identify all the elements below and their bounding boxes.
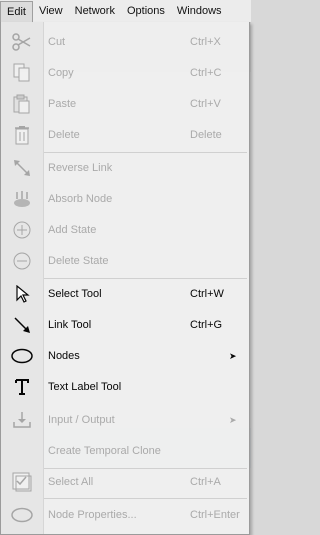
menu-item-label: Node Properties...	[48, 509, 137, 521]
absorb-node-icon	[11, 189, 33, 209]
menubar: Edit View Network Options Windows	[0, 0, 251, 23]
menu-item-shortcut: Ctrl+V	[190, 98, 221, 110]
menu-item-select-all[interactable]: Select All Ctrl+A	[1, 467, 249, 497]
link-arrow-icon	[11, 315, 33, 335]
menu-separator	[44, 498, 247, 499]
menu-item-link-tool[interactable]: Link Tool Ctrl+G	[1, 310, 249, 340]
menu-windows[interactable]: Windows	[171, 0, 228, 22]
submenu-arrow-icon: ➤	[229, 351, 237, 361]
ellipse-icon	[11, 346, 33, 366]
menu-item-label: Paste	[48, 98, 77, 110]
menu-item-label: Link Tool	[48, 319, 92, 331]
menu-item-input-output[interactable]: Input / Output ➤	[1, 405, 249, 435]
menu-item-shortcut: Delete	[190, 129, 222, 141]
menu-item-label: Nodes	[48, 350, 80, 362]
menu-item-select-tool[interactable]: Select Tool Ctrl+W	[1, 279, 249, 309]
menu-item-label: Input / Output	[48, 414, 115, 426]
menu-item-delete-state[interactable]: Delete State	[1, 246, 249, 276]
reverse-link-icon	[11, 158, 33, 178]
menu-item-delete[interactable]: Delete Delete	[1, 120, 249, 150]
menu-item-shortcut: Ctrl+G	[190, 319, 223, 331]
menu-edit[interactable]: Edit	[0, 0, 33, 23]
menu-item-label: Text Label Tool	[48, 381, 122, 393]
menu-item-shortcut: Ctrl+W	[190, 288, 224, 300]
paste-icon	[11, 94, 33, 114]
plus-circle-icon	[11, 220, 33, 240]
edit-menu-dropdown: Cut Ctrl+X Copy Ctrl+C Paste Ctrl+V Dele…	[0, 22, 250, 535]
menu-item-label: Reverse Link	[48, 162, 113, 174]
scissors-icon	[11, 32, 33, 52]
menu-item-absorb-node[interactable]: Absorb Node	[1, 184, 249, 214]
menu-item-reverse-link[interactable]: Reverse Link	[1, 153, 249, 183]
menu-item-paste[interactable]: Paste Ctrl+V	[1, 89, 249, 119]
node-properties-icon	[11, 505, 33, 525]
menu-item-label: Select All	[48, 476, 94, 488]
trash-icon	[11, 125, 33, 145]
pointer-icon	[11, 284, 33, 304]
menu-item-node-properties[interactable]: Node Properties... Ctrl+Enter	[1, 500, 249, 530]
menu-options[interactable]: Options	[121, 0, 171, 22]
menu-item-create-temporal-clone[interactable]: Create Temporal Clone	[1, 436, 249, 466]
menu-item-cut[interactable]: Cut Ctrl+X	[1, 27, 249, 57]
menu-item-label: Copy	[48, 67, 74, 79]
menu-item-label: Delete State	[48, 255, 109, 267]
menu-item-shortcut: Ctrl+X	[190, 36, 221, 48]
text-label-icon	[11, 377, 33, 397]
menu-item-shortcut: Ctrl+C	[190, 67, 222, 79]
menu-network[interactable]: Network	[69, 0, 121, 22]
menu-item-copy[interactable]: Copy Ctrl+C	[1, 58, 249, 88]
menu-item-label: Add State	[48, 224, 97, 236]
menu-item-label: Create Temporal Clone	[48, 445, 161, 457]
menu-item-label: Delete	[48, 129, 80, 141]
input-output-icon	[11, 410, 33, 430]
menu-item-shortcut: Ctrl+A	[190, 476, 221, 488]
submenu-arrow-icon: ➤	[229, 415, 237, 425]
menu-item-label: Select Tool	[48, 288, 102, 300]
menu-item-nodes[interactable]: Nodes ➤	[1, 341, 249, 371]
copy-icon	[11, 63, 33, 83]
minus-circle-icon	[11, 251, 33, 271]
menu-item-label: Cut	[48, 36, 66, 48]
menu-item-shortcut: Ctrl+Enter	[190, 509, 240, 521]
menu-item-add-state[interactable]: Add State	[1, 215, 249, 245]
menu-view[interactable]: View	[33, 0, 69, 22]
menu-item-label: Absorb Node	[48, 193, 113, 205]
select-all-icon	[11, 472, 33, 492]
menu-item-text-label-tool[interactable]: Text Label Tool	[1, 372, 249, 402]
